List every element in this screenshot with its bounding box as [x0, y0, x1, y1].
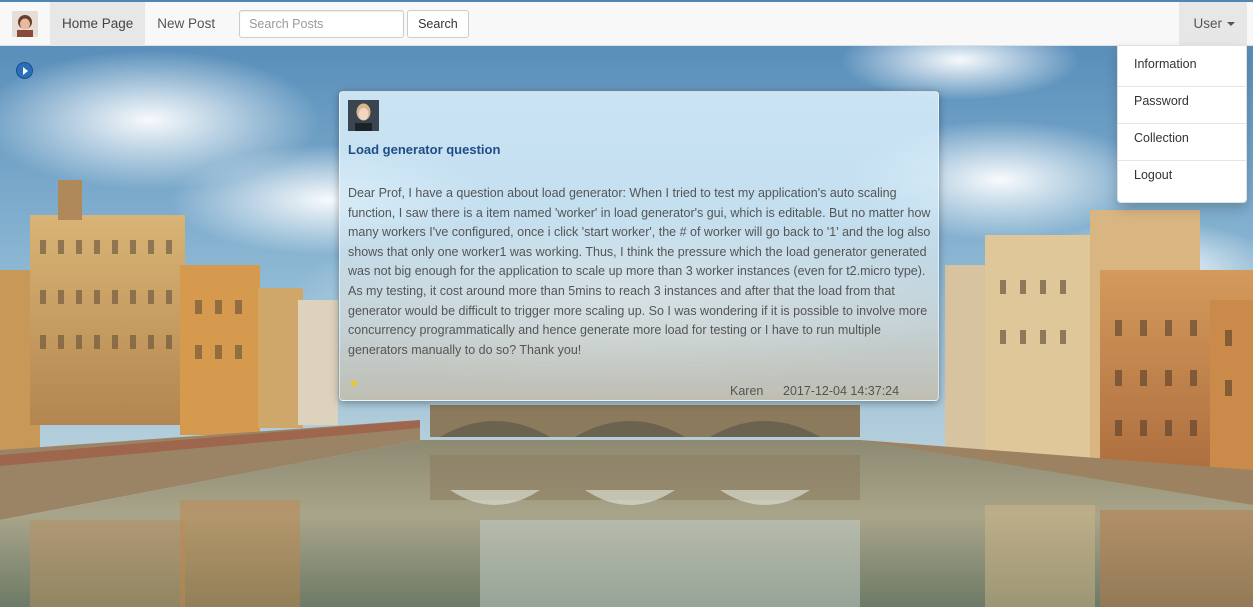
brand-logo-link[interactable]	[0, 2, 50, 46]
search-button[interactable]: Search	[407, 9, 469, 38]
user-dropdown-menu: Information Password Collection Logout	[1117, 45, 1247, 203]
user-menu-toggle[interactable]: User	[1179, 2, 1247, 46]
post-title[interactable]: Load generator question	[348, 142, 500, 157]
caret-down-icon	[1227, 22, 1235, 26]
menu-item-information[interactable]: Information	[1118, 50, 1246, 87]
post-body: Dear Prof, I have a question about load …	[348, 186, 931, 357]
nav-new-post[interactable]: New Post	[145, 2, 227, 46]
star-icon[interactable]: ★	[349, 377, 359, 390]
post-date: 2017-12-04 14:37:24	[783, 384, 900, 398]
search-form: Search	[239, 9, 469, 38]
post-card: Load generator question Dear Prof, I hav…	[339, 91, 939, 401]
nav-home-page[interactable]: Home Page	[50, 1, 146, 46]
menu-item-logout[interactable]: Logout	[1118, 161, 1246, 198]
post-author: Karen	[730, 384, 764, 398]
author-avatar[interactable]	[348, 100, 379, 131]
menu-item-password[interactable]: Password	[1118, 87, 1246, 124]
menu-item-collection[interactable]: Collection	[1118, 124, 1246, 161]
chevron-right-circle-icon[interactable]	[16, 62, 33, 79]
top-navbar: Home Page New Post Search User	[0, 1, 1253, 46]
search-input[interactable]	[239, 9, 405, 38]
user-avatar-logo	[12, 10, 38, 37]
user-menu-label: User	[1193, 16, 1222, 31]
